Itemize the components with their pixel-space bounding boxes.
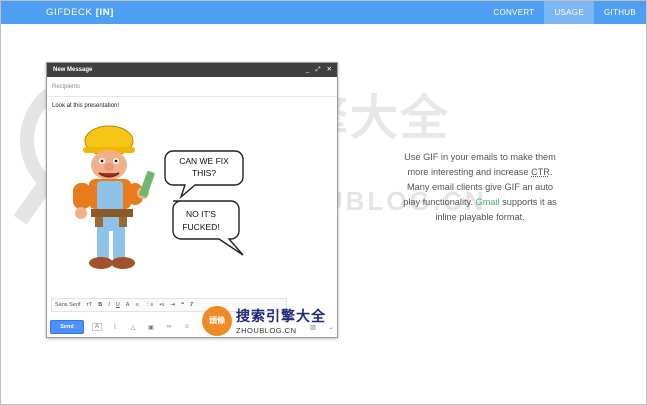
link-icon[interactable]: ∞ [164, 324, 174, 330]
nav-link-usage[interactable]: USAGE [544, 1, 594, 24]
bubble2-line2: FUCKED! [182, 222, 219, 232]
usage-description: Use GIF in your emails to make them more… [380, 150, 580, 225]
drive-icon[interactable]: △ [128, 324, 138, 331]
window-controls: _ ⤢ ✕ [306, 63, 332, 77]
gmail-link[interactable]: Gmail [476, 197, 500, 207]
recipients-field[interactable]: Recipients [47, 77, 337, 97]
minimize-icon[interactable]: _ [306, 63, 310, 77]
align-icon[interactable]: ≡ [135, 302, 138, 308]
speech-bubble-1: CAN WE FIX THIS? [164, 150, 244, 200]
send-button[interactable]: Send [50, 320, 84, 334]
more-options-icon[interactable]: ⌄ [326, 324, 336, 331]
font-size-button[interactable]: тT [86, 302, 92, 308]
desc-line-4-text: play functionality. [403, 197, 476, 207]
speech-bubble-2: NO IT'S FUCKED! [172, 200, 244, 256]
expand-icon[interactable]: ⤢ [315, 63, 320, 77]
numbered-list-icon[interactable]: ⋮≡ [145, 302, 154, 308]
desc-line-4-end: supports it as [499, 197, 557, 207]
desc-line-1: Use GIF in your emails to make them [404, 152, 556, 162]
desc-line-2: more interesting and increase CTR. [380, 165, 580, 180]
remove-format-icon[interactable]: Ⱦ [190, 302, 193, 308]
compose-header: New Message _ ⤢ ✕ [47, 63, 337, 77]
bubble1-line1: CAN WE FIX [179, 156, 229, 166]
text-format-icon[interactable]: A [92, 323, 102, 331]
desc-line-3: Many email clients give GIF an auto [406, 182, 554, 192]
watermark-badge-cn: 搜索引擎大全 [236, 308, 326, 324]
desc-line-2-end: . [549, 167, 553, 177]
bold-button[interactable]: B [98, 302, 102, 308]
desc-line-4: play functionality. Gmail supports it as [380, 195, 580, 210]
watermark-badge-icon: 頭條 [202, 306, 232, 336]
brand-name: GIFDECK [46, 7, 93, 18]
builder-character-icon [73, 125, 155, 269]
ctr-abbreviation: CTR [531, 167, 550, 177]
desc-line-2-text: more interesting and increase [407, 167, 532, 177]
nav-links: CONVERT USAGE GITHUB [483, 1, 646, 24]
emoji-icon[interactable]: ☺ [182, 324, 192, 330]
close-icon[interactable]: ✕ [327, 63, 332, 77]
italic-button[interactable]: I [108, 302, 110, 308]
email-compose-window: New Message _ ⤢ ✕ Recipients Look at thi… [46, 62, 338, 338]
message-body[interactable]: Look at this presentation! [47, 97, 337, 113]
top-navbar: GIFDECK [IN] CONVERT USAGE GITHUB [1, 1, 646, 24]
nav-link-convert[interactable]: CONVERT [483, 1, 544, 24]
compose-title: New Message [53, 67, 93, 73]
nav-link-github[interactable]: GITHUB [594, 1, 646, 24]
brand-suffix: [IN] [95, 7, 114, 18]
indent-icon[interactable]: ⇥ [171, 302, 176, 308]
bulleted-list-icon[interactable]: •≡ [159, 302, 164, 308]
attach-icon[interactable]: ⌇ [110, 324, 120, 331]
brand-logo[interactable]: GIFDECK [IN] [46, 7, 114, 18]
watermark-badge-en: ZHOUBLOG.CN [236, 326, 297, 335]
text-color-button[interactable]: A [126, 302, 130, 308]
watermark-badge: 頭條 搜索引擎大全 ZHOUBLOG.CN [200, 306, 325, 342]
desc-line-5: inline playable format. [435, 212, 525, 222]
bubble2-line1: NO IT'S [186, 209, 216, 219]
photo-icon[interactable]: ▣ [146, 324, 156, 331]
embedded-gif-illustration: CAN WE FIX THIS? NO IT'S FUCKED! [73, 125, 244, 269]
underline-button[interactable]: U [116, 302, 120, 308]
quote-icon[interactable]: ❝ [181, 302, 184, 308]
bubble1-line2: THIS? [192, 168, 216, 178]
font-family-select[interactable]: Sans Serif [55, 302, 80, 308]
